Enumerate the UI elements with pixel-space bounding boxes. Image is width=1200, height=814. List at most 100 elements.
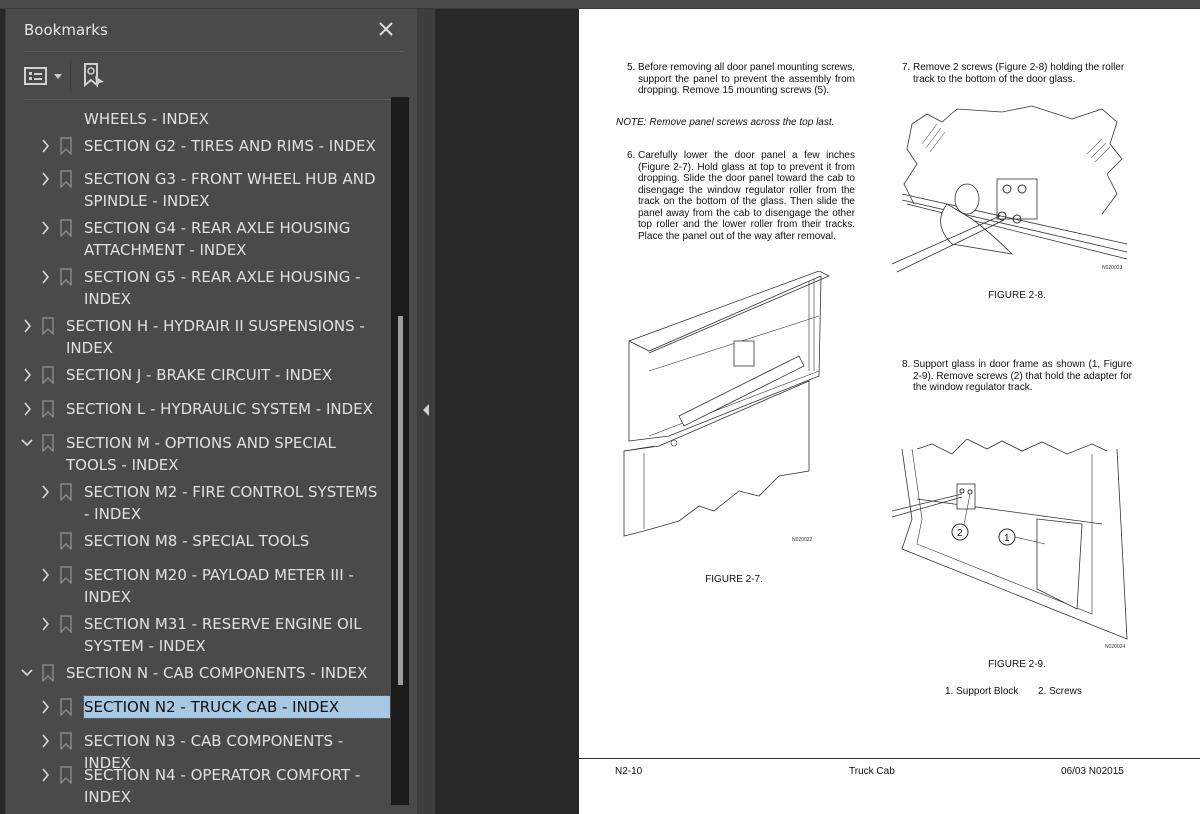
bookmark-icon (42, 400, 54, 418)
top-toolbar-strip (0, 0, 1200, 9)
figure-2-9-caption: FIGURE 2-9. (988, 659, 1046, 670)
legend-item-2: 2. Screws (1038, 686, 1082, 697)
figure-2-7-illustration: N020022 (623, 271, 830, 543)
close-panel-button[interactable] (374, 17, 398, 41)
step-7: 7. Remove 2 screws (Figure 2-8) holding … (902, 62, 1125, 85)
bookmark-item[interactable]: SECTION L - HYDRAULIC SYSTEM - INDEX (0, 398, 390, 420)
chevron-right-icon[interactable] (38, 135, 52, 157)
bookmark-label: SECTION G4 - REAR AXLE HOUSING ATTACHMEN… (84, 219, 351, 259)
bookmark-label: SECTION N - CAB COMPONENTS - INDEX (66, 664, 368, 682)
bookmark-label: SECTION G5 - REAR AXLE HOUSING - INDEX (84, 268, 361, 308)
bookmark-item[interactable]: SECTION N3 - CAB COMPONENTS - INDEX (0, 730, 390, 772)
bookmark-item[interactable]: SECTION M31 - RESERVE ENGINE OIL SYSTEM … (0, 613, 390, 657)
bookmark-icon (60, 566, 72, 584)
collapse-panel-button[interactable] (421, 402, 431, 418)
footer-divider (579, 758, 1200, 759)
step-8: 8. Support glass in door frame as shown … (902, 359, 1132, 393)
bookmark-item[interactable]: SECTION G5 - REAR AXLE HOUSING - INDEX (0, 266, 390, 310)
bookmark-icon (42, 434, 54, 452)
bookmark-item[interactable]: SECTION M20 - PAYLOAD METER III - INDEX (0, 564, 390, 608)
chevron-right-icon[interactable] (20, 364, 34, 386)
chevron-down-icon (54, 74, 62, 79)
chevron-right-icon[interactable] (38, 696, 52, 718)
bookmark-item[interactable]: SECTION G4 - REAR AXLE HOUSING ATTACHMEN… (0, 217, 390, 261)
bookmark-item[interactable]: SECTION G3 - FRONT WHEEL HUB AND SPINDLE… (0, 168, 390, 212)
bookmark-icon (60, 698, 72, 716)
figure-2-9-illustration: 2 1 N020024 (892, 439, 1128, 650)
footer-title: Truck Cab (849, 766, 895, 777)
scrollbar-thumb[interactable] (398, 316, 403, 685)
bookmark-tree: WHEELS - INDEX SECTION G2 - TIRES AND RIM… (0, 100, 390, 805)
chevron-down-icon[interactable] (20, 662, 34, 684)
list-options-icon (24, 67, 47, 85)
triangle-left-icon (423, 404, 429, 416)
bookmark-icon (60, 219, 72, 237)
step-5: 5. Before removing all door panel mounti… (627, 62, 855, 96)
figure-code: N020023 (1102, 265, 1123, 271)
chevron-right-icon[interactable] (38, 730, 52, 752)
bookmark-item[interactable]: SECTION H - HYDRAIR II SUSPENSIONS - IND… (0, 315, 390, 359)
figure-code: N020022 (792, 537, 813, 543)
bookmark-item[interactable]: SECTION N - CAB COMPONENTS - INDEX (0, 662, 390, 684)
bookmark-options-button[interactable] (24, 63, 64, 89)
bookmark-label: SECTION N4 - OPERATOR COMFORT - INDEX (84, 766, 361, 805)
toolbar-separator (70, 61, 71, 91)
bookmark-label: SECTION M8 - SPECIAL TOOLS (84, 532, 310, 550)
bookmark-item[interactable]: SECTION J - BRAKE CIRCUIT - INDEX (0, 364, 390, 386)
bookmark-item[interactable]: WHEELS - INDEX (0, 108, 390, 130)
callout-2: 2 (957, 528, 963, 539)
bookmark-item[interactable]: SECTION M2 - FIRE CONTROL SYSTEMS - INDE… (0, 481, 390, 525)
chevron-right-icon[interactable] (38, 168, 52, 190)
find-current-bookmark-icon (84, 63, 104, 88)
bookmark-item[interactable]: SECTION M - OPTIONS AND SPECIAL TOOLS - … (0, 432, 390, 476)
bookmark-item[interactable]: SECTION N4 - OPERATOR COMFORT - INDEX (0, 764, 390, 805)
bookmark-label: SECTION N2 - TRUCK CAB - INDEX (83, 695, 390, 719)
chevron-right-icon[interactable] (38, 266, 52, 288)
footer-page-number: N2-10 (615, 766, 643, 777)
chevron-right-icon[interactable] (38, 481, 52, 503)
bookmark-label: SECTION M2 - FIRE CONTROL SYSTEMS - INDE… (84, 483, 378, 523)
bookmark-label: SECTION M20 - PAYLOAD METER III - INDEX (84, 566, 354, 606)
chevron-right-icon[interactable] (38, 764, 52, 786)
bookmark-label: SECTION G3 - FRONT WHEEL HUB AND SPINDLE… (84, 170, 376, 210)
bookmark-icon (60, 532, 72, 550)
find-current-bookmark-button[interactable] (82, 63, 108, 89)
bookmark-label: SECTION M31 - RESERVE ENGINE OIL SYSTEM … (84, 615, 362, 655)
bookmark-icon (60, 170, 72, 188)
bookmark-label: SECTION M - OPTIONS AND SPECIAL TOOLS - … (66, 434, 336, 474)
chevron-right-icon[interactable] (38, 564, 52, 586)
bookmark-icon (42, 317, 54, 335)
bookmark-icon (60, 483, 72, 501)
bookmark-icon (60, 268, 72, 286)
figure-code: N020024 (1105, 644, 1126, 650)
figure-2-7-caption: FIGURE 2-7. (705, 574, 763, 585)
chevron-right-icon[interactable] (20, 315, 34, 337)
bookmark-label: SECTION J - BRAKE CIRCUIT - INDEX (66, 366, 333, 384)
bookmark-icon (60, 732, 72, 750)
bookmark-icon (60, 766, 72, 784)
callout-1: 1 (1004, 533, 1010, 544)
bookmark-icon (60, 137, 72, 155)
figure-2-8-caption: FIGURE 2-8. (988, 290, 1046, 301)
pdf-page: 5. Before removing all door panel mounti… (579, 9, 1200, 814)
step-6: 6. Carefully lower the door panel a few … (627, 150, 855, 242)
bookmark-item[interactable]: SECTION G2 - TIRES AND RIMS - INDEX (0, 135, 390, 157)
bookmark-item[interactable]: SECTION M8 - SPECIAL TOOLS (0, 530, 390, 552)
chevron-right-icon[interactable] (38, 217, 52, 239)
bookmark-icon (42, 664, 54, 682)
bookmark-label: SECTION G2 - TIRES AND RIMS - INDEX (84, 137, 376, 155)
footer-date-code: 06/03 N02015 (1061, 766, 1124, 777)
bookmark-label: SECTION H - HYDRAIR II SUSPENSIONS - IND… (66, 317, 365, 357)
bookmark-item[interactable]: SECTION N2 - TRUCK CAB - INDEX (0, 695, 390, 719)
chevron-right-icon[interactable] (20, 398, 34, 420)
bookmark-label: SECTION L - HYDRAULIC SYSTEM - INDEX (66, 400, 373, 418)
bookmark-label: WHEELS - INDEX (84, 110, 209, 128)
chevron-down-icon[interactable] (20, 432, 34, 454)
close-icon (379, 22, 393, 36)
bookmark-icon (42, 366, 54, 384)
chevron-right-icon[interactable] (38, 613, 52, 635)
figure-2-8-illustration: N020023 (892, 105, 1128, 273)
note: NOTE: Remove panel screws across the top… (616, 117, 835, 128)
bookmark-icon (60, 615, 72, 633)
divider (24, 51, 404, 52)
